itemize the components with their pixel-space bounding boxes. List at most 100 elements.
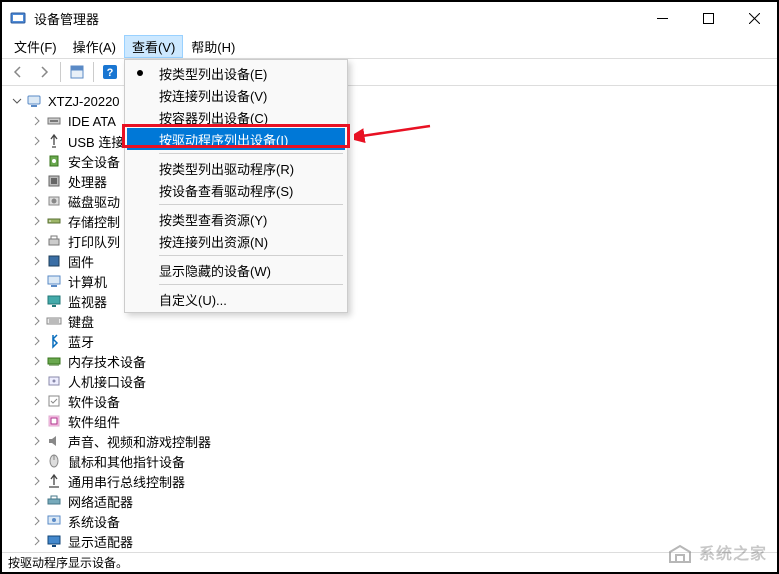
chevron-right-icon[interactable]: [30, 394, 44, 408]
tree-node[interactable]: 人机接口设备: [2, 371, 777, 391]
tree-node[interactable]: 存储控制: [2, 211, 777, 231]
usb-icon: [46, 133, 62, 149]
tree-node-label: 内存技术设备: [68, 352, 146, 371]
menu-item-label: 按类型列出设备(E): [159, 64, 267, 83]
tree-node-label: 磁盘驱动: [68, 192, 120, 211]
minimize-button[interactable]: [639, 2, 685, 34]
menu-item-label: 按类型查看资源(Y): [159, 210, 267, 229]
chevron-right-icon[interactable]: [30, 534, 44, 548]
chevron-down-icon[interactable]: [10, 94, 24, 108]
tree-node-label: 软件设备: [68, 392, 120, 411]
chevron-right-icon[interactable]: [30, 194, 44, 208]
tree-node[interactable]: 软件设备: [2, 391, 777, 411]
tree-node-label: 安全设备: [68, 152, 120, 171]
tree-node[interactable]: 显示适配器: [2, 531, 777, 550]
system-icon: [46, 513, 62, 529]
tree-node-label: 显示适配器: [68, 532, 133, 551]
chevron-right-icon[interactable]: [30, 134, 44, 148]
firmware-icon: [46, 253, 62, 269]
tree-node-label: 网络适配器: [68, 492, 133, 511]
keyboard-icon: [46, 313, 62, 329]
chevron-right-icon[interactable]: [30, 314, 44, 328]
tree-node[interactable]: 软件组件: [2, 411, 777, 431]
view-dropdown-menu: 按类型列出设备(E)按连接列出设备(V) 按容器列出设备(C) 按驱动程序列出设备(…: [124, 59, 348, 313]
maximize-button[interactable]: [685, 2, 731, 34]
memory-icon: [46, 353, 62, 369]
tree-node[interactable]: 键盘: [2, 311, 777, 331]
network-icon: [46, 493, 62, 509]
status-bar: 按驱动程序显示设备。: [2, 552, 777, 572]
nav-forward-button[interactable]: [32, 60, 56, 84]
radio-bullet-icon: [137, 70, 143, 76]
close-button[interactable]: [731, 2, 777, 34]
tree-node-label: 固件: [68, 252, 94, 271]
chevron-right-icon[interactable]: [30, 414, 44, 428]
menu-item-label: 按驱动程序列出设备(I): [159, 130, 288, 149]
tree-node[interactable]: 处理器: [2, 171, 777, 191]
chevron-right-icon[interactable]: [30, 114, 44, 128]
view-menu-item[interactable]: 按类型列出驱动程序(R): [127, 157, 345, 179]
device-tree[interactable]: XTZJ-20220 IDE ATAUSB 连接安全设备处理器磁盘驱动存储控制打…: [2, 87, 777, 550]
tree-node[interactable]: 网络适配器: [2, 491, 777, 511]
view-menu-item[interactable]: 按设备查看驱动程序(S): [127, 179, 345, 201]
menu-item-label: 自定义(U)...: [159, 290, 227, 309]
mouse-icon: [46, 453, 62, 469]
tree-node[interactable]: 计算机: [2, 271, 777, 291]
view-menu-item[interactable]: 显示隐藏的设备(W): [127, 259, 345, 281]
chevron-right-icon[interactable]: [30, 474, 44, 488]
menu-help[interactable]: 帮助(H): [183, 35, 243, 58]
tree-node[interactable]: USB 连接: [2, 131, 777, 151]
tree-node[interactable]: 通用串行总线控制器: [2, 471, 777, 491]
tree-node-label: 打印队列: [68, 232, 120, 251]
chevron-right-icon[interactable]: [30, 174, 44, 188]
view-menu-item[interactable]: 按类型查看资源(Y): [127, 208, 345, 230]
menu-file[interactable]: 文件(F): [6, 35, 65, 58]
chevron-right-icon[interactable]: [30, 514, 44, 528]
chevron-right-icon[interactable]: [30, 294, 44, 308]
properties-button[interactable]: [65, 60, 89, 84]
chevron-right-icon[interactable]: [30, 254, 44, 268]
menu-action[interactable]: 操作(A): [65, 35, 124, 58]
menu-item-label: 显示隐藏的设备(W): [159, 261, 271, 280]
tree-node-label: 存储控制: [68, 212, 120, 231]
view-menu-item[interactable]: 按连接列出资源(N): [127, 230, 345, 252]
chevron-right-icon[interactable]: [30, 434, 44, 448]
window-controls: [639, 2, 777, 34]
chevron-right-icon[interactable]: [30, 354, 44, 368]
tree-node[interactable]: 系统设备: [2, 511, 777, 531]
chevron-right-icon[interactable]: [30, 334, 44, 348]
tree-node[interactable]: 鼠标和其他指针设备: [2, 451, 777, 471]
view-menu-item[interactable]: 自定义(U)...: [127, 288, 345, 310]
chevron-right-icon[interactable]: [30, 494, 44, 508]
tree-node[interactable]: 磁盘驱动: [2, 191, 777, 211]
tree-node[interactable]: IDE ATA: [2, 111, 777, 131]
svg-text:?: ?: [107, 67, 114, 79]
tree-node[interactable]: 打印队列: [2, 231, 777, 251]
status-text: 按驱动程序显示设备。: [8, 554, 128, 571]
menu-bar: 文件(F) 操作(A) 查看(V) 帮助(H): [2, 34, 777, 58]
help-button[interactable]: ?: [98, 60, 122, 84]
nav-back-button[interactable]: [6, 60, 30, 84]
view-menu-item[interactable]: 按类型列出设备(E): [127, 62, 345, 84]
tree-node[interactable]: 监视器: [2, 291, 777, 311]
menu-item-label: 按容器列出设备(C): [159, 108, 268, 127]
tree-node[interactable]: 固件: [2, 251, 777, 271]
chevron-right-icon[interactable]: [30, 154, 44, 168]
tree-node[interactable]: 蓝牙: [2, 331, 777, 351]
display-icon: [46, 533, 62, 549]
tree-node[interactable]: 声音、视频和游戏控制器: [2, 431, 777, 451]
chevron-right-icon[interactable]: [30, 454, 44, 468]
chevron-right-icon[interactable]: [30, 214, 44, 228]
tree-node[interactable]: 安全设备: [2, 151, 777, 171]
chevron-right-icon[interactable]: [30, 274, 44, 288]
chevron-right-icon[interactable]: [30, 234, 44, 248]
menu-view[interactable]: 查看(V): [124, 35, 183, 58]
view-menu-item[interactable]: 按容器列出设备(C): [127, 106, 345, 128]
chevron-right-icon[interactable]: [30, 374, 44, 388]
tree-node-label: 系统设备: [68, 512, 120, 531]
tree-node-label: 声音、视频和游戏控制器: [68, 432, 211, 451]
tree-root[interactable]: XTZJ-20220: [2, 91, 777, 111]
view-menu-item[interactable]: 按连接列出设备(V): [127, 84, 345, 106]
view-menu-item[interactable]: 按驱动程序列出设备(I): [127, 128, 345, 150]
tree-node[interactable]: 内存技术设备: [2, 351, 777, 371]
